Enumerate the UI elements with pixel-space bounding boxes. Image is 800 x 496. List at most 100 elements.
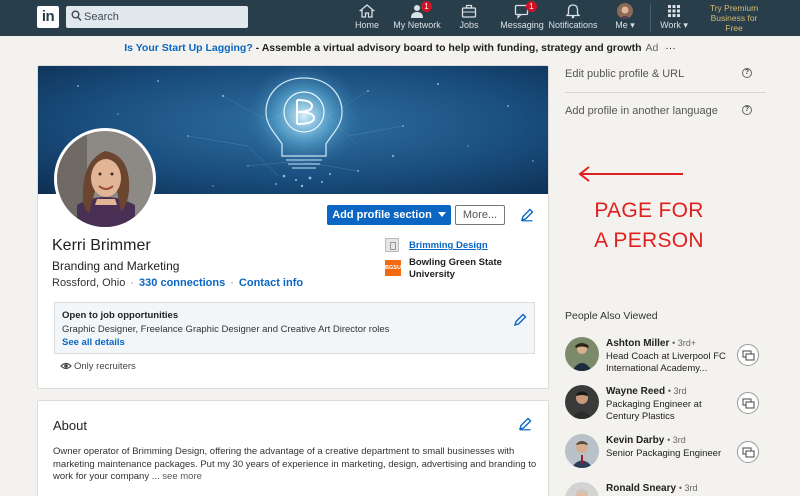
connection-degree: • 3rd+ [672,338,697,348]
annotation-line-2: A PERSON [594,229,704,252]
person-headline: Senior Packaging Engineer [606,448,722,459]
help-icon[interactable]: ? [742,105,752,115]
eye-icon [60,362,72,370]
me-dropdown-icon: ▾ [627,20,635,30]
nav-notifications-label: Notifications [548,20,598,30]
nav-work-label: Work [660,20,681,30]
edit-open-to-work-pencil-icon[interactable] [513,313,527,327]
nav-home[interactable]: Home [352,3,382,33]
person-name[interactable]: Kevin Darby [606,435,664,446]
add-profile-section-label: Add profile section [332,209,432,221]
about-card: About Owner operator of Brimming Design,… [37,400,549,496]
person-headline: Head Coach at Liverpool FC International… [606,351,726,374]
search-icon [71,10,82,22]
nav-me-label: Me [615,20,628,30]
bell-icon [565,4,581,19]
connection-degree: • 3rd [667,435,686,445]
person-name[interactable]: Ashton Miller [606,338,669,349]
list-item[interactable]: Ronald Sneary • 3rd [565,482,765,496]
edit-intro-pencil-icon[interactable] [520,208,534,222]
messaging-badge: 1 [526,1,537,12]
work-dropdown-icon: ▾ [680,20,688,30]
nav-jobs-label: Jobs [459,20,479,30]
annotation-line-1: PAGE FOR [594,199,704,222]
add-language-profile-link[interactable]: Add profile in another language [565,105,718,117]
connections-link[interactable]: 330 connections [139,277,225,289]
list-item[interactable]: Kevin Darby • 3rd Senior Packaging Engin… [565,434,765,480]
avatar[interactable] [565,482,599,496]
ad-more-icon[interactable]: ··· [665,42,676,54]
location-line: Rossford, Ohio · 330 connections · Contact i… [52,277,304,289]
profile-card: Add profile section More... Kerri Brimme… [37,65,549,389]
avatar[interactable] [565,385,599,419]
nav-jobs[interactable]: Jobs [455,3,483,33]
visibility-label: Only recruiters [74,361,136,372]
nav-home-label: Home [354,20,379,30]
network-badge: 1 [421,1,432,12]
ad-link[interactable]: Is Your Start Up Lagging? [124,42,253,54]
people-also-viewed-title: People Also Viewed [565,310,658,322]
home-icon [358,4,376,18]
see-all-details-link[interactable]: See all details [62,337,125,348]
help-icon[interactable]: ? [742,68,752,78]
school-logo[interactable]: BGSU [385,260,401,276]
message-icon [742,398,755,409]
open-to-work-box: Open to job opportunities Graphic Design… [54,302,535,354]
person-headline: Packaging Engineer at Century Plastics [606,399,702,422]
more-button[interactable]: More... [455,205,505,225]
ad-tag: Ad [645,42,659,54]
see-more-link[interactable]: see more [162,471,202,482]
person-name[interactable]: Ronald Sneary [606,483,676,494]
person-name[interactable]: Wayne Reed [606,386,665,397]
nav-messaging-label: Messaging [500,20,544,30]
top-nav-bar: in Home 1 My Network Jobs 1 Messaging [0,0,800,36]
message-button[interactable] [737,441,759,463]
school-link[interactable]: Bowling Green State University [409,257,529,281]
ad-banner: Is Your Start Up Lagging? - Assemble a v… [0,42,800,54]
nav-work[interactable]: Work ▾ [657,3,691,33]
nav-my-network[interactable]: 1 My Network [393,1,441,33]
profile-name: Kerri Brimmer [52,237,151,254]
avatar [617,3,633,19]
current-company-link[interactable]: Brimming Design [409,240,488,251]
search-box[interactable] [66,6,248,28]
grid-icon [668,5,680,17]
ad-text[interactable]: - Assemble a virtual advisory board to h… [253,42,642,54]
caret-down-icon [437,212,446,217]
avatar[interactable] [565,337,599,371]
nav-me[interactable]: Me ▾ [609,3,641,33]
company-logo[interactable] [385,238,399,252]
annotation-text: PAGE FOR A PERSON [574,196,724,256]
avatar[interactable] [565,434,599,468]
nav-divider [650,4,651,32]
message-icon [742,447,755,458]
list-item[interactable]: Wayne Reed • 3rd Packaging Engineer at C… [565,385,765,431]
nav-messaging[interactable]: 1 Messaging [497,1,547,33]
about-title: About [53,418,87,433]
contact-info-link[interactable]: Contact info [239,277,303,289]
open-to-work-roles: Graphic Designer, Freelance Graphic Desi… [62,324,390,335]
about-text: Owner operator of Brimming Design, offer… [53,446,538,484]
nav-my-network-label: My Network [393,20,441,30]
edit-public-profile-link[interactable]: Edit public profile & URL [565,68,684,80]
try-premium-link[interactable]: Try Premium Business for Free [705,3,763,33]
add-profile-section-button[interactable]: Add profile section [327,205,451,225]
connection-degree: • 3rd [667,386,687,396]
edit-about-pencil-icon[interactable] [518,417,532,431]
about-body: Owner operator of Brimming Design, offer… [53,446,537,482]
rail-divider [565,92,766,93]
connection-degree: • 3rd [678,483,698,493]
briefcase-icon [461,4,477,18]
message-button[interactable] [737,344,759,366]
linkedin-logo[interactable]: in [37,6,59,28]
profile-location: Rossford, Ohio [52,277,126,289]
message-button[interactable] [737,392,759,414]
annotation-arrow-icon [578,166,683,182]
search-input[interactable] [84,6,244,28]
profile-photo[interactable] [54,128,156,230]
list-item[interactable]: Ashton Miller • 3rd+ Head Coach at Liver… [565,337,765,383]
message-icon [742,350,755,361]
profile-headline: Branding and Marketing [52,259,180,273]
open-to-work-title: Open to job opportunities [62,310,179,321]
nav-notifications[interactable]: Notifications [547,3,599,33]
